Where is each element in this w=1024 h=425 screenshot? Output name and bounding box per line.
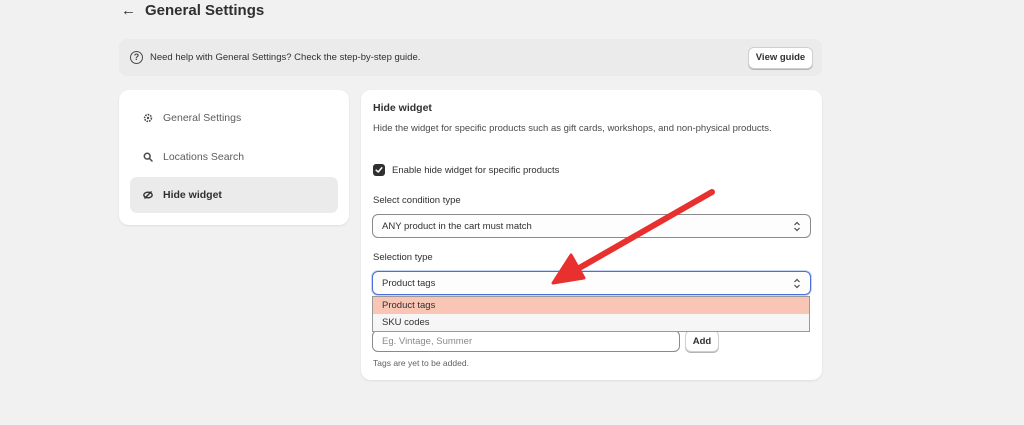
sidebar-item-label: General Settings: [163, 112, 242, 124]
select-value: ANY product in the cart must match: [382, 220, 532, 232]
select-value: Product tags: [382, 277, 436, 289]
hide-widget-card: Hide widget Hide the widget for specific…: [361, 90, 822, 380]
selection-type-label: Selection type: [373, 252, 433, 263]
tags-input-placeholder: Eg. Vintage, Summer: [382, 335, 473, 347]
condition-type-select[interactable]: ANY product in the cart must match: [372, 214, 811, 238]
enable-hide-widget-checkbox[interactable]: [373, 164, 385, 176]
search-icon: [143, 152, 153, 162]
sidebar-item-label: Locations Search: [163, 150, 245, 163]
section-title: Hide widget: [373, 102, 432, 114]
condition-type-label: Select condition type: [373, 195, 461, 206]
page-title: General Settings: [145, 1, 265, 19]
dropdown-option-product-tags[interactable]: Product tags: [373, 297, 809, 314]
page-header: ← General Settings: [121, 0, 264, 20]
sidebar-item-locations-search[interactable]: Locations Search: [130, 139, 338, 175]
sidebar-item-label: Hide widget: [163, 189, 222, 201]
banner-text: Need help with General Settings? Check t…: [150, 52, 421, 63]
chevron-up-down-icon: [794, 221, 800, 231]
help-banner: ? Need help with General Settings? Check…: [119, 39, 822, 76]
eye-off-icon: [143, 190, 153, 200]
settings-sidebar: General Settings Locations Search Hide w…: [119, 90, 349, 225]
selection-type-select[interactable]: Product tags: [372, 271, 811, 295]
arrow-left-icon[interactable]: ←: [121, 3, 136, 18]
view-guide-button[interactable]: View guide: [748, 46, 813, 69]
checkmark-icon: [375, 167, 383, 173]
dropdown-option-sku-codes[interactable]: SKU codes: [373, 314, 809, 331]
tags-input[interactable]: Eg. Vintage, Summer: [372, 330, 680, 352]
section-description: Hide the widget for specific products su…: [373, 123, 772, 134]
selection-type-dropdown: Product tags SKU codes: [372, 296, 810, 332]
checkbox-label: Enable hide widget for specific products: [392, 164, 560, 176]
chevron-up-down-icon: [794, 278, 800, 288]
gear-icon: [143, 113, 153, 123]
sidebar-item-general-settings[interactable]: General Settings: [130, 100, 338, 136]
sidebar-item-hide-widget[interactable]: Hide widget: [130, 177, 338, 213]
help-circle-icon: ?: [130, 51, 143, 64]
add-tag-button[interactable]: Add: [685, 330, 719, 352]
enable-hide-widget-row[interactable]: Enable hide widget for specific products: [373, 164, 559, 176]
empty-tags-hint: Tags are yet to be added.: [373, 358, 469, 368]
